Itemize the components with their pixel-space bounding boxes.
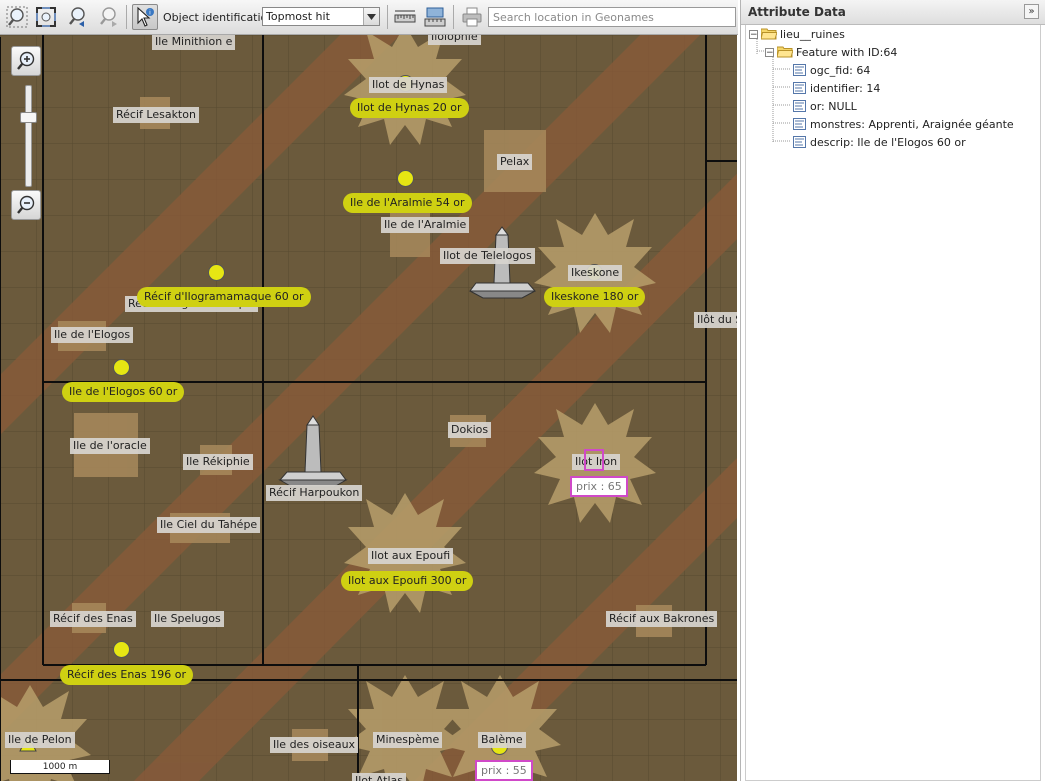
place-label[interactable]: Ikeskone [568, 265, 623, 281]
map-canvas[interactable]: Ile Minithion e Ilolophie Ilot de Hynas … [0, 35, 737, 781]
attribute-field-icon [793, 136, 806, 148]
attribute-text: descrip: Ile de l'Elogos 60 or [810, 135, 966, 149]
folder-open-icon [761, 28, 777, 40]
panel-title: Attribute Data [748, 5, 846, 19]
place-label[interactable]: Ilolophie [428, 35, 481, 45]
place-label[interactable]: Ilot de Telelogos [440, 248, 535, 264]
place-label[interactable]: Récif Harpoukon [266, 485, 363, 501]
place-label[interactable]: Ilot Atlas [352, 773, 407, 781]
zoom-extent-icon [36, 7, 56, 27]
place-label[interactable]: Ilot aux Epoufi [368, 548, 454, 564]
folder-open-icon [777, 46, 793, 58]
zoom-previous-button[interactable] [64, 4, 90, 30]
attribute-text: identifier: 14 [810, 81, 881, 95]
place-label[interactable]: Ile des oiseaux [270, 737, 359, 753]
zoom-to-selection-button[interactable] [33, 4, 59, 30]
ruin-point-marker[interactable] [113, 359, 130, 376]
place-label[interactable]: Ile de l'Aralmie [381, 217, 470, 233]
price-label[interactable]: prix : 55 [475, 760, 533, 781]
zoom-forward-icon [100, 7, 117, 27]
place-label[interactable]: Balème [478, 732, 526, 748]
place-label[interactable]: Dokios [448, 422, 492, 438]
place-label[interactable]: Pelax [497, 154, 533, 170]
attribute-row[interactable]: or: NULL [793, 98, 857, 114]
zoom-in-button[interactable] [11, 46, 41, 76]
attribute-data-panel: Attribute Data » − lieu__ruines − Featur… [740, 0, 1045, 781]
place-label[interactable]: Ile Spelugos [151, 611, 224, 627]
attribute-row[interactable]: descrip: Ile de l'Elogos 60 or [793, 134, 966, 150]
place-label[interactable]: Ile Rékiphie [183, 454, 253, 470]
attribute-tree: − lieu__ruines − Feature with ID:64 ogc_… [745, 25, 1041, 781]
ruin-value-label[interactable]: Récif des Enas 196 or [60, 665, 194, 685]
zoom-slider-track[interactable] [25, 85, 32, 187]
place-label[interactable]: Ilôt du S [694, 312, 737, 328]
toolbar-separator [453, 5, 454, 29]
ruin-point-marker[interactable] [208, 264, 225, 281]
geonames-search-input[interactable] [488, 7, 736, 27]
zoom-slider-thumb[interactable] [20, 112, 37, 123]
attribute-row[interactable]: monstres: Apprenti, Araignée géante [793, 116, 1014, 132]
place-label[interactable]: Récif des Enas [50, 611, 136, 627]
object-identification-select[interactable]: Topmost hit [262, 7, 380, 26]
area-ruler-icon [424, 7, 446, 27]
attribute-field-icon [793, 82, 806, 94]
measure-area-button[interactable] [422, 4, 448, 30]
measure-distance-button[interactable] [392, 4, 418, 30]
zoom-back-icon [69, 7, 85, 27]
toolbar-separator [126, 5, 127, 29]
attribute-field-icon [793, 118, 806, 130]
ruin-value-label[interactable]: Ikeskone 180 or [544, 287, 646, 307]
attribute-text: or: NULL [810, 99, 857, 113]
layer-name: lieu__ruines [780, 27, 845, 41]
place-label[interactable]: Ile de l'Elogos [51, 327, 134, 343]
zoom-full-icon [6, 6, 28, 28]
price-label[interactable]: prix : 65 [570, 476, 628, 497]
attribute-row[interactable]: identifier: 14 [793, 80, 880, 96]
panel-header: Attribute Data » [741, 0, 1045, 25]
ruin-value-label[interactable]: Ilot aux Epoufi 300 or [341, 571, 474, 591]
ruin-value-label[interactable]: Récif d'Ilogramamaque 60 or [137, 287, 311, 307]
attribute-text: monstres: Apprenti, Araignée géante [810, 117, 1014, 131]
ruin-value-label[interactable]: Ilot de Hynas 20 or [350, 98, 469, 118]
ruin-point-marker[interactable] [397, 170, 414, 187]
zoom-out-icon [17, 195, 35, 214]
scale-bar: 1000 m [10, 760, 110, 774]
zoom-out-button[interactable] [11, 190, 41, 220]
place-label[interactable]: Ile Minithion e [152, 35, 236, 50]
attribute-field-icon [793, 100, 806, 112]
object-identification-value: Topmost hit [266, 10, 330, 23]
place-label[interactable]: Minespème [373, 732, 443, 748]
identify-tool-button[interactable]: i [132, 4, 158, 30]
collapse-toggle-icon[interactable]: − [749, 29, 758, 39]
ruin-point-marker[interactable] [113, 641, 130, 658]
zoom-in-icon [17, 51, 35, 70]
selection-highlight [584, 449, 604, 471]
object-identification-label: Object identification: [163, 11, 278, 24]
ruin-value-label[interactable]: Ile de l'Elogos 60 or [62, 382, 185, 402]
attribute-row[interactable]: ogc_fid: 64 [793, 62, 870, 78]
map-toolbar: i Object identification: Topmost hit [0, 0, 738, 35]
print-button[interactable] [459, 4, 485, 30]
collapse-toggle-icon[interactable]: − [765, 47, 774, 57]
identify-cursor-icon: i [137, 6, 154, 27]
tree-node-feature[interactable]: − Feature with ID:64 [765, 44, 897, 60]
collapse-panel-button[interactable]: » [1024, 4, 1039, 19]
feature-name: Feature with ID:64 [796, 45, 898, 59]
place-label[interactable]: Récif Lesakton [113, 107, 199, 123]
place-label[interactable]: Ile de l'oracle [70, 438, 150, 454]
place-label[interactable]: Ilot de Hynas [369, 77, 448, 93]
tree-node-layer[interactable]: − lieu__ruines [749, 26, 845, 42]
attribute-text: ogc_fid: 64 [810, 63, 871, 77]
ruin-value-label[interactable]: Ile de l'Aralmie 54 or [343, 193, 472, 213]
place-label[interactable]: Ile de Pelon [5, 732, 75, 748]
attribute-field-icon [793, 64, 806, 76]
printer-icon [462, 7, 482, 27]
ruler-icon [394, 10, 416, 23]
zoom-next-button[interactable] [95, 4, 121, 30]
place-label[interactable]: Ile Ciel du Tahépe [157, 517, 261, 533]
chevron-down-icon[interactable] [363, 8, 379, 25]
zoom-to-full-extent-button[interactable] [4, 4, 30, 30]
place-label[interactable]: Récif aux Bakrones [606, 611, 718, 627]
toolbar-separator [387, 5, 388, 29]
